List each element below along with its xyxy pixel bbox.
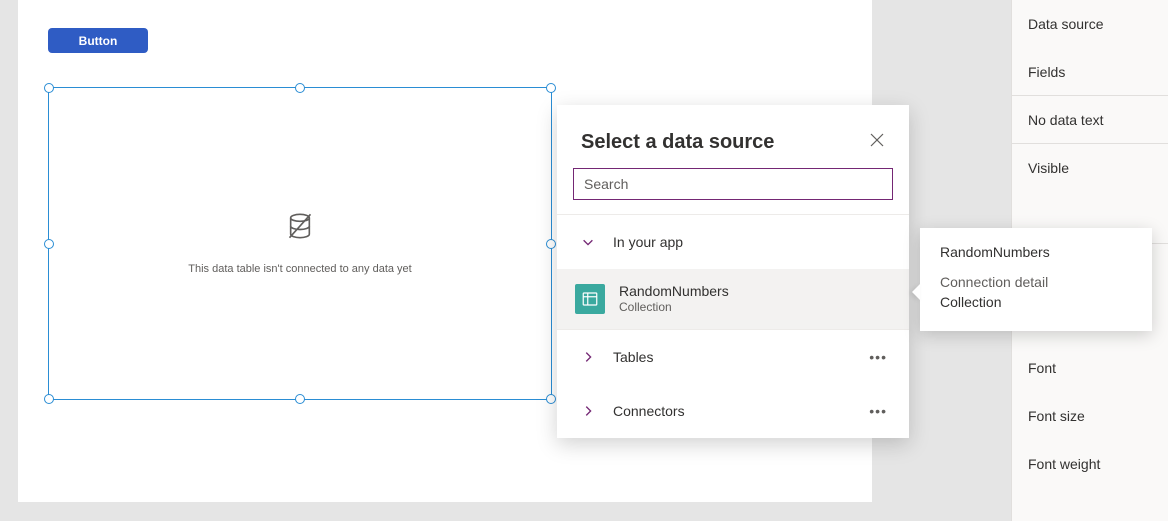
- section-connectors[interactable]: Connectors •••: [557, 384, 909, 438]
- chevron-down-icon: [581, 235, 595, 249]
- data-source-item-randomnumbers[interactable]: RandomNumbers Collection: [557, 269, 909, 329]
- resize-handle-tr[interactable]: [546, 83, 556, 93]
- database-icon: [286, 212, 314, 245]
- tooltip-value: Collection: [940, 292, 1132, 312]
- resize-handle-bl[interactable]: [44, 394, 54, 404]
- empty-text: This data table isn't connected to any d…: [188, 263, 411, 275]
- data-source-tooltip: RandomNumbers Connection detail Collecti…: [920, 228, 1152, 331]
- close-icon[interactable]: [869, 132, 885, 153]
- prop-fields[interactable]: Fields: [1012, 48, 1168, 96]
- prop-font-size[interactable]: Font size: [1012, 392, 1168, 440]
- resize-handle-mr[interactable]: [546, 239, 556, 249]
- button-label: Button: [79, 34, 118, 48]
- item-name: RandomNumbers: [619, 283, 729, 300]
- prop-data-source[interactable]: Data source: [1012, 0, 1168, 48]
- section-label: Connectors: [613, 403, 685, 419]
- popover-title: Select a data source: [581, 131, 774, 154]
- datatable-empty-state: This data table isn't connected to any d…: [49, 88, 551, 399]
- section-in-your-app[interactable]: In your app: [557, 215, 909, 269]
- item-subtitle: Collection: [619, 300, 729, 314]
- item-text: RandomNumbers Collection: [619, 283, 729, 314]
- more-icon[interactable]: •••: [869, 403, 887, 419]
- datatable-selection[interactable]: This data table isn't connected to any d…: [48, 87, 552, 400]
- popover-header: Select a data source: [557, 105, 909, 168]
- resize-handle-tc[interactable]: [295, 83, 305, 93]
- prop-font-weight[interactable]: Font weight: [1012, 440, 1168, 488]
- prop-visible[interactable]: Visible: [1012, 144, 1168, 192]
- resize-handle-bc[interactable]: [295, 394, 305, 404]
- canvas-button-control[interactable]: Button: [48, 28, 148, 53]
- prop-font[interactable]: Font: [1012, 344, 1168, 392]
- collection-icon: [575, 284, 605, 314]
- search-wrap: [557, 168, 909, 214]
- tooltip-line: Connection detail: [940, 272, 1132, 292]
- resize-handle-tl[interactable]: [44, 83, 54, 93]
- tooltip-title: RandomNumbers: [940, 244, 1132, 260]
- section-tables[interactable]: Tables •••: [557, 330, 909, 384]
- section-label: In your app: [613, 234, 683, 250]
- resize-handle-br[interactable]: [546, 394, 556, 404]
- data-source-popover: Select a data source In your app RandomN…: [557, 105, 909, 438]
- prop-no-data-text[interactable]: No data text: [1012, 96, 1168, 144]
- more-icon[interactable]: •••: [869, 349, 887, 365]
- search-input[interactable]: [573, 168, 893, 200]
- section-label: Tables: [613, 349, 653, 365]
- resize-handle-ml[interactable]: [44, 239, 54, 249]
- chevron-right-icon: [581, 404, 595, 418]
- chevron-right-icon: [581, 350, 595, 364]
